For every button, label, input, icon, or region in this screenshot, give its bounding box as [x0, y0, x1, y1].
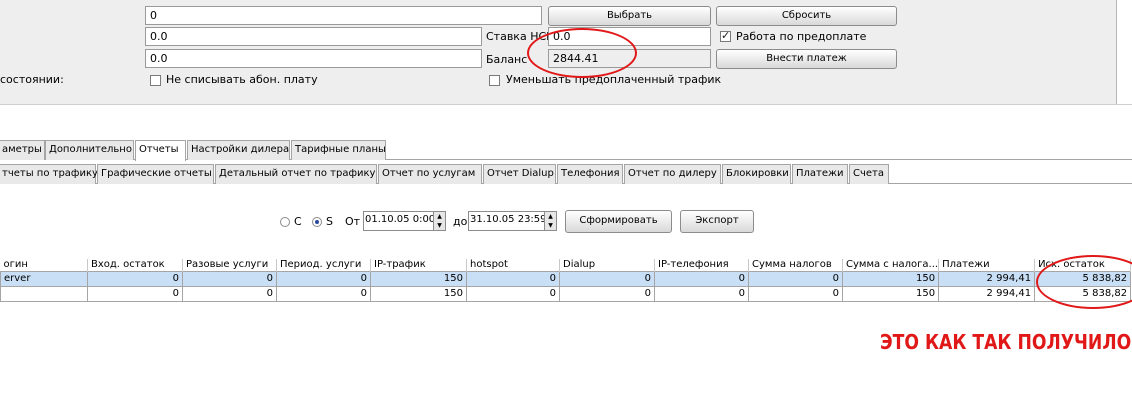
spin-up-icon[interactable]: ▲ [433, 212, 445, 221]
top-field[interactable]: 0 [145, 6, 542, 25]
tab-detailed-traffic[interactable]: Детальный отчет по трафику [215, 164, 377, 184]
table-cell: 0 [276, 271, 371, 287]
tab-traffic-reports[interactable]: тчеты по трафику [0, 164, 98, 184]
column-header[interactable]: Разовые услуги [182, 259, 277, 272]
radio-s[interactable] [312, 217, 322, 227]
table-cell: 0 [748, 271, 843, 287]
column-header[interactable]: IP-телефония [654, 259, 749, 272]
column-header[interactable]: Dialup [559, 259, 655, 272]
prepay-checkbox[interactable] [720, 29, 731, 42]
column-header[interactable]: Вход. остаток [87, 259, 183, 272]
table-cell: 0 [466, 286, 560, 302]
to-label: до [453, 215, 468, 228]
generate-button[interactable]: Сформировать [565, 210, 672, 233]
tab-invoices[interactable]: Счета [849, 164, 889, 184]
column-header[interactable]: Сумма с налога... [842, 259, 940, 272]
reduce-traffic-checkbox[interactable] [489, 75, 500, 86]
scrollbar-track[interactable] [1116, 0, 1132, 104]
tab-telephony[interactable]: Телефония [557, 164, 623, 184]
table-cell: 2 994,41 [938, 286, 1036, 302]
no-fee-checkbox[interactable] [150, 75, 161, 86]
reset-button[interactable]: Сбросить [716, 6, 897, 26]
table-row[interactable]: erver 0 0 0 150 0 0 0 0 150 2 994,41 5 8… [0, 271, 1132, 287]
tab-dealer-report[interactable]: Отчет по дилеру [624, 164, 721, 184]
tab-dialup-report[interactable]: Отчет Dialup [483, 164, 556, 184]
date-from-spinner[interactable]: 01.10.05 0:00 ▲ ▼ [363, 211, 446, 231]
spin-down-icon[interactable]: ▼ [433, 221, 445, 230]
from-label: От [345, 215, 361, 228]
table-cell: erver [0, 271, 88, 287]
field-left-2[interactable]: 0.0 [145, 49, 482, 68]
table-row[interactable]: 0 0 0 150 0 0 0 0 150 2 994,41 5 838,82 [0, 286, 1132, 302]
annotation-text: ЭТО КАК ТАК ПОЛУЧИЛОСЬ? [880, 330, 1132, 354]
no-fee-label: Не списывать абон. плату [166, 73, 318, 86]
table-cell: 0 [276, 286, 371, 302]
date-to-value: 31.10.05 23:59 [470, 214, 547, 225]
table-cell: 0 [559, 271, 655, 287]
make-payment-button[interactable]: Внести платеж [716, 49, 897, 69]
table-cell: 0 [87, 271, 183, 287]
column-header[interactable]: Платежи [938, 259, 1036, 272]
table-cell: 0 [182, 286, 277, 302]
column-header[interactable]: IP-трафик [370, 259, 467, 272]
date-from-value: 01.10.05 0:00 [365, 214, 436, 225]
tab-additional[interactable]: Дополнительно [45, 140, 134, 160]
radio-c[interactable] [280, 217, 290, 227]
radio-s-label: S [326, 215, 333, 228]
date-to-spinner[interactable]: 31.10.05 23:59 ▲ ▼ [468, 211, 557, 231]
table-cell: 150 [841, 271, 940, 287]
table-cell: 150 [370, 286, 467, 302]
field-left-1[interactable]: 0.0 [145, 27, 482, 46]
tab-graphic-reports[interactable]: Графические отчеты [97, 164, 214, 184]
annotation-circle-balance [527, 28, 637, 78]
export-button[interactable]: Экспорт [680, 210, 754, 233]
tab-dealer-settings[interactable]: Настройки дилера [187, 140, 290, 160]
balance-label: Баланс [486, 53, 528, 66]
table-cell: 0 [748, 286, 843, 302]
tab-reports[interactable]: Отчеты [135, 140, 186, 161]
table-cell: 0 [654, 286, 749, 302]
column-header[interactable]: огин [0, 259, 88, 272]
column-header[interactable]: Период. услуги [276, 259, 371, 272]
table-cell: 0 [559, 286, 655, 302]
prepay-label: Работа по предоплате [736, 30, 867, 43]
radio-c-label: C [294, 215, 302, 228]
table-cell: 0 [87, 286, 183, 302]
tab-payments[interactable]: Платежи [792, 164, 848, 184]
state-label: состоянии: [0, 73, 64, 86]
tab-services-report[interactable]: Отчет по услугам [378, 164, 482, 184]
reduce-traffic-label: Уменьшать предоплаченный трафик [506, 73, 722, 86]
table-header-row: огин Вход. остаток Разовые услуги Период… [0, 259, 1132, 272]
tab-tariff-plans[interactable]: Тарифные планы [291, 140, 386, 160]
column-header[interactable]: hotspot [466, 259, 560, 272]
tab-parameters[interactable]: аметры [0, 140, 45, 160]
table-cell [0, 286, 88, 302]
table-cell: 150 [370, 271, 467, 287]
table-cell: 0 [654, 271, 749, 287]
spin-down-icon[interactable]: ▼ [544, 221, 556, 230]
column-header[interactable]: Сумма налогов [748, 259, 843, 272]
tab-blocks[interactable]: Блокировки [722, 164, 791, 184]
table-cell: 0 [182, 271, 277, 287]
spin-up-icon[interactable]: ▲ [544, 212, 556, 221]
table-cell: 0 [466, 271, 560, 287]
choose-button[interactable]: Выбрать [548, 6, 711, 26]
table-cell: 150 [841, 286, 940, 302]
report-table: огин Вход. остаток Разовые услуги Период… [0, 259, 1132, 302]
table-cell: 2 994,41 [938, 271, 1036, 287]
